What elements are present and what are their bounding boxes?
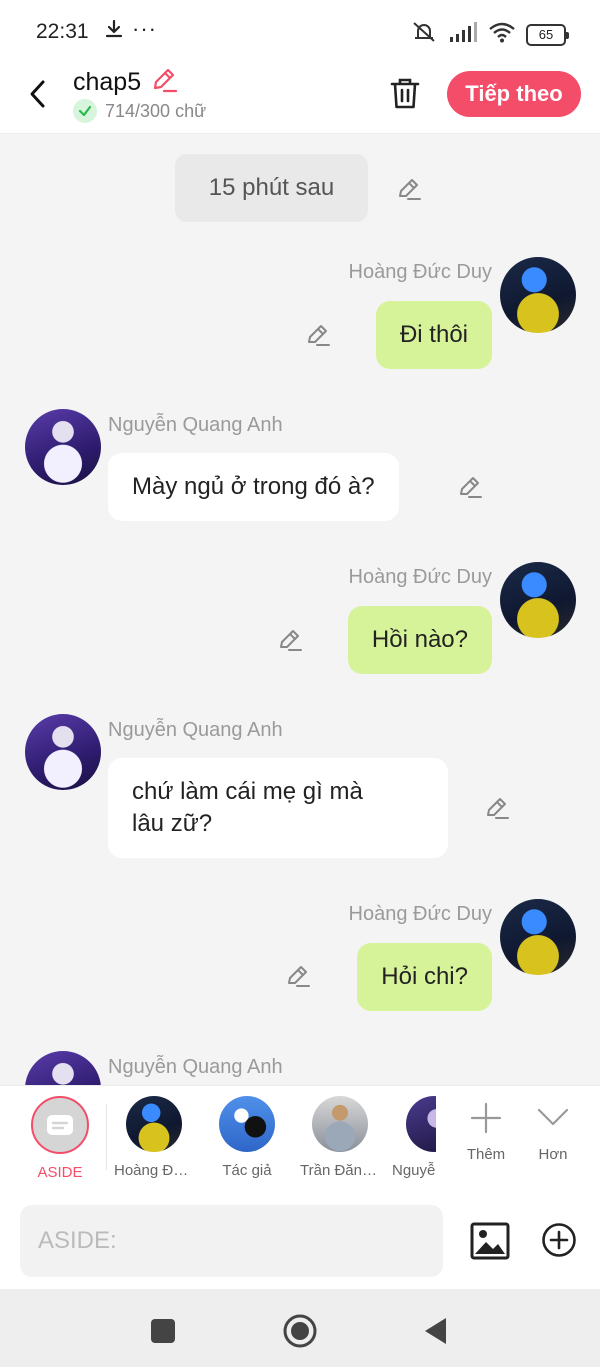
chevron-down-icon — [537, 1108, 569, 1126]
character-item[interactable]: Nguyễ — [392, 1096, 436, 1179]
sender-name: Nguyễn Quang Anh — [108, 414, 283, 436]
pencil-icon[interactable] — [456, 473, 484, 501]
avatar[interactable] — [500, 257, 576, 333]
message-bubble[interactable]: Mày ngủ ở trong đó à? — [108, 453, 399, 521]
message-bubble[interactable]: Hỏi chi? — [357, 943, 492, 1011]
status-bar: 22:31 ··· 65 — [0, 0, 600, 62]
avatar — [126, 1096, 182, 1152]
message-line: lâu zữ? — [132, 810, 213, 837]
character-label: Tác giả — [222, 1162, 272, 1179]
character-item[interactable]: Trần Đăng... — [300, 1096, 380, 1179]
character-label: ASIDE — [37, 1164, 83, 1181]
back-button[interactable] — [18, 74, 58, 114]
chapter-title: chap5 — [73, 68, 142, 96]
word-count-text: 714/300 chữ — [105, 100, 207, 121]
character-label: Trần Đăng... — [300, 1162, 380, 1179]
avatar[interactable] — [25, 714, 101, 790]
download-icon — [104, 18, 124, 45]
delete-button[interactable] — [386, 74, 424, 112]
mute-icon — [410, 20, 438, 49]
message-input[interactable] — [20, 1205, 443, 1277]
sender-name: Nguyễn Quang Anh — [108, 1056, 283, 1078]
avatar[interactable] — [500, 562, 576, 638]
home-circle-icon — [283, 1314, 317, 1348]
status-time: 22:31 — [36, 20, 89, 43]
avatar — [406, 1096, 436, 1152]
character-label: Hoàng Đứ... — [114, 1162, 194, 1179]
home-button[interactable] — [282, 1313, 318, 1349]
plus-icon — [470, 1102, 502, 1134]
back-nav-button[interactable] — [418, 1313, 454, 1349]
pencil-icon — [153, 68, 177, 93]
signal-icon — [448, 21, 478, 48]
pencil-icon[interactable] — [304, 321, 332, 349]
pencil-icon[interactable] — [276, 626, 304, 654]
less-label: Hơn — [538, 1146, 568, 1163]
sender-name: Hoàng Đức Duy — [348, 261, 492, 283]
collapse-button[interactable]: Hơn — [513, 1096, 593, 1163]
sender-name: Nguyễn Quang Anh — [108, 719, 283, 741]
character-item[interactable]: Hoàng Đứ... — [114, 1096, 194, 1179]
image-icon — [470, 1222, 510, 1260]
composer — [0, 1193, 600, 1289]
aside-message[interactable]: 15 phút sau — [175, 154, 368, 222]
app-header: chap5 714/300 chữ Tiếp theo — [0, 62, 600, 134]
avatar[interactable] — [25, 409, 101, 485]
character-item[interactable]: Tác giả — [207, 1096, 287, 1179]
recents-button[interactable] — [145, 1313, 181, 1349]
pencil-icon[interactable] — [483, 794, 511, 822]
character-aside[interactable]: ASIDE — [20, 1096, 100, 1181]
pencil-icon[interactable] — [284, 962, 312, 990]
insert-image-button[interactable] — [470, 1221, 510, 1261]
system-nav-bar — [0, 1289, 600, 1367]
edit-title-button[interactable] — [150, 66, 178, 99]
avatar — [219, 1096, 275, 1152]
message-bubble[interactable]: Hồi nào? — [347, 606, 492, 674]
pencil-icon[interactable] — [395, 175, 423, 203]
chevron-left-icon — [30, 80, 45, 108]
battery-icon: 65 — [526, 23, 569, 46]
chat-area[interactable]: 15 phút sau Hoàng Đức Duy Đi thôi Nguyễn… — [0, 135, 600, 1085]
more-notifications-icon: ··· — [132, 16, 157, 41]
trash-icon — [390, 78, 420, 109]
wifi-icon — [488, 21, 516, 48]
character-label: Nguyễ — [392, 1162, 436, 1179]
divider — [106, 1104, 107, 1170]
aside-avatar — [31, 1096, 89, 1154]
sender-name: Hoàng Đức Duy — [348, 566, 492, 588]
avatar[interactable] — [500, 899, 576, 975]
word-count: 714/300 chữ — [73, 99, 206, 123]
message-line: chứ làm cái mẹ gì mà — [132, 778, 363, 805]
triangle-back-icon — [425, 1318, 446, 1344]
plus-circle-icon — [542, 1223, 576, 1257]
avatar — [312, 1096, 368, 1152]
message-bubble[interactable]: chứ làm cái mẹ gì mà lâu zữ? — [108, 758, 448, 858]
message-bubble[interactable]: Đi thôi — [375, 301, 492, 369]
character-selector: ASIDE Hoàng Đứ... Tác giả Trần Đăng... N… — [0, 1085, 600, 1193]
message-icon — [47, 1115, 73, 1135]
add-button[interactable] — [540, 1221, 578, 1259]
check-icon — [73, 99, 97, 123]
sender-name: Hoàng Đức Duy — [348, 903, 492, 925]
avatar[interactable] — [25, 1051, 101, 1085]
square-icon — [151, 1319, 175, 1343]
next-button[interactable]: Tiếp theo — [447, 71, 581, 117]
